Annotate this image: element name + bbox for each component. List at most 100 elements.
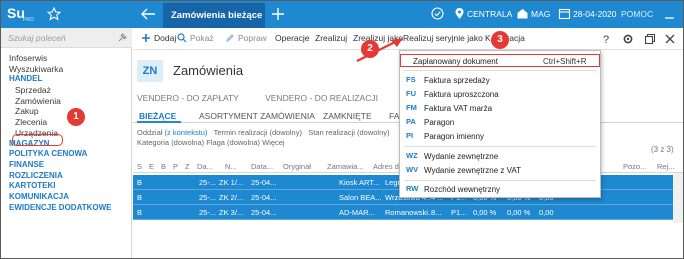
realize-serial-button[interactable]: Realizuj seryjnie jako (403, 33, 483, 43)
sidebar-item-infoserwis[interactable]: Infoserwis (9, 53, 129, 64)
cell-kod: P1... (451, 208, 467, 217)
col-header-oryginal[interactable]: Oryginał (283, 162, 311, 171)
vertical-scrollbar[interactable] (673, 173, 683, 223)
menu-item-fs[interactable]: FS Faktura sprzedaży (400, 74, 600, 87)
fix-label: Popraw (238, 33, 267, 43)
add-button[interactable]: Dodaj (141, 33, 176, 43)
tab-zamkniete[interactable]: ZAMKNIĘTE (323, 111, 372, 121)
menu-label: Faktura sprzedaży (424, 75, 490, 85)
sidebar-section-rozliczenia[interactable]: ROZLICZENIA (9, 171, 129, 182)
cell-zamawiajacy: Kiosk ART... (339, 178, 380, 187)
col-header-s[interactable]: S (137, 162, 142, 171)
sidebar-section-finanse[interactable]: FINANSE (9, 160, 129, 171)
col-header-data2[interactable]: Data... (251, 162, 273, 171)
copy-button-prefix[interactable]: K (485, 33, 491, 43)
menu-item-zaplanowany-dokument[interactable]: Zaplanowany dokument Ctrl+Shift+R (400, 54, 600, 67)
tab-vendero-do-realizacji[interactable]: VENDERO - DO REALIZACJI (265, 93, 378, 103)
check-circle-icon[interactable] (431, 7, 444, 20)
record-count: (3 z 3) (651, 145, 674, 154)
fix-button[interactable]: Popraw (225, 33, 267, 43)
menu-item-fm[interactable]: FM Faktura VAT marża (400, 102, 600, 115)
title-bar: Su PRO Zamówienia bieżące CENTRALA MAG 2… (1, 1, 683, 28)
cell-b: B (137, 193, 143, 202)
logo-sub: PRO (23, 17, 34, 23)
command-search-input[interactable]: Szukaj poleceń (1, 28, 132, 48)
location-pin-icon[interactable] (453, 7, 466, 20)
help-question-icon[interactable]: ? (599, 32, 613, 46)
col-header-pozostalo[interactable]: Pozo... (623, 162, 646, 171)
menu-item-pi[interactable]: PI Paragon imienny (400, 130, 600, 143)
menu-item-wv[interactable]: WV Wydanie zewnętrzne z VAT (400, 164, 600, 177)
menu-item-fu[interactable]: FU Faktura uproszczona (400, 88, 600, 101)
cell-data: 25-04... (251, 208, 277, 217)
active-tab-indicator (137, 121, 181, 123)
company-label[interactable]: CENTRALA (467, 9, 512, 19)
col-header-data[interactable]: Da... (197, 162, 213, 171)
app-logo[interactable]: Su PRO (1, 1, 37, 28)
menu-divider (404, 180, 596, 181)
close-icon[interactable] (663, 32, 677, 46)
plus-icon (142, 34, 150, 42)
menu-shortcut: Ctrl+Shift+R (543, 56, 587, 66)
menu-item-pa[interactable]: PA Paragon (400, 116, 600, 129)
menu-item-rw[interactable]: RW Rozchód wewnętrzny (400, 183, 600, 196)
menu-code: WV (406, 165, 419, 174)
cell-adres: Romanowski... (385, 208, 431, 217)
sidebar-section-ewidencje[interactable]: EWIDENCJE DODATKOWE (9, 203, 129, 214)
col-header-e[interactable]: E (149, 162, 154, 171)
show-button[interactable]: Pokaż (177, 33, 214, 43)
tab-vendero-do-zaplaty[interactable]: VENDERO - DO ZAPŁATY (137, 93, 239, 103)
filter-stan[interactable]: Stan realizacji (dowolny) (308, 128, 389, 137)
minimize-icon[interactable] (663, 8, 676, 21)
restore-window-icon[interactable] (643, 32, 657, 46)
menu-label: Wydanie zewnętrzne (424, 151, 499, 161)
tab-asortyment[interactable]: ASORTYMENT ZAMÓWIENIA (199, 111, 315, 121)
page-title: Zamówienia (173, 63, 244, 78)
menu-label: Wydanie zewnętrzne z VAT (424, 165, 522, 175)
warehouse-label[interactable]: MAG (531, 9, 550, 19)
app-window: Su PRO Zamówienia bieżące CENTRALA MAG 2… (0, 0, 684, 259)
sidebar-item-zamowienia[interactable]: Zamówienia (9, 96, 129, 107)
new-tab-plus-icon[interactable] (269, 5, 287, 23)
col-header-rejestr[interactable]: Rej... (657, 162, 675, 171)
filter-oddzial[interactable]: Oddział (137, 128, 162, 137)
operations-button[interactable]: Operacje (275, 33, 310, 43)
filter-termin[interactable]: Termin realizacji (dowolny) (214, 128, 302, 137)
menu-label: Rozchód wewnętrzny (424, 184, 501, 194)
back-arrow-icon[interactable] (139, 6, 157, 22)
tab-biezace[interactable]: BIEŻĄCE (139, 111, 176, 121)
help-link[interactable]: POMOC (621, 9, 653, 19)
col-header-numer[interactable]: N... (225, 162, 237, 171)
pencil-icon (226, 34, 234, 42)
sidebar-section-kartoteki[interactable]: KARTOTEKI (9, 181, 129, 192)
step-badge-2: 2 (361, 40, 379, 58)
favorite-star-icon[interactable] (47, 7, 61, 21)
settings-gear-icon[interactable] (621, 32, 635, 46)
calendar-icon[interactable] (558, 7, 571, 20)
col-header-z[interactable]: Z (185, 162, 190, 171)
menu-item-wz[interactable]: WZ Wydanie zewnętrzne (400, 150, 600, 163)
cell-da: 25-... (199, 178, 217, 187)
filters-line-2[interactable]: Kategoria (dowolna) Flaga (dowolna) Więc… (137, 138, 390, 148)
tab-zamowienia-biezace[interactable]: Zamówienia bieżące (163, 3, 265, 28)
col-header-p[interactable]: P (173, 162, 178, 171)
menu-code: PA (406, 117, 416, 126)
col-header-b[interactable]: B (161, 162, 166, 171)
cell-rabat2: 0,00 % (507, 208, 531, 217)
cell-zamawiajacy: AD-MAR... (339, 208, 375, 217)
col-header-zamawiajacy[interactable]: Zamawia... (327, 162, 364, 171)
sidebar-section-handel[interactable]: HANDEL (9, 74, 129, 85)
sidebar-section-polityka-cenowa[interactable]: POLITYKA CENOWA (9, 149, 129, 160)
table-row[interactable]: B 25-... ZK 3/... 25-04... AD-MAR... Rom… (133, 205, 673, 220)
cell-b: B (137, 208, 143, 217)
sidebar-item-wyszukiwarka[interactable]: Wyszukiwarka (9, 64, 129, 75)
date-label[interactable]: 28-04-2020 (573, 9, 616, 19)
sidebar-section-komunikacja[interactable]: KOMUNIKACJA (9, 192, 129, 203)
realize-button[interactable]: Zrealizuj (315, 33, 347, 43)
search-placeholder: Szukaj poleceń (8, 33, 66, 43)
filter-oddzial-link[interactable]: (z kontekstu) (165, 128, 208, 137)
sidebar-item-sprzedaz[interactable]: Sprzedaż (9, 85, 129, 96)
pin-icon[interactable] (117, 33, 127, 43)
cell-numer: ZK 1/... (219, 178, 244, 187)
warehouse-icon[interactable] (516, 7, 529, 20)
